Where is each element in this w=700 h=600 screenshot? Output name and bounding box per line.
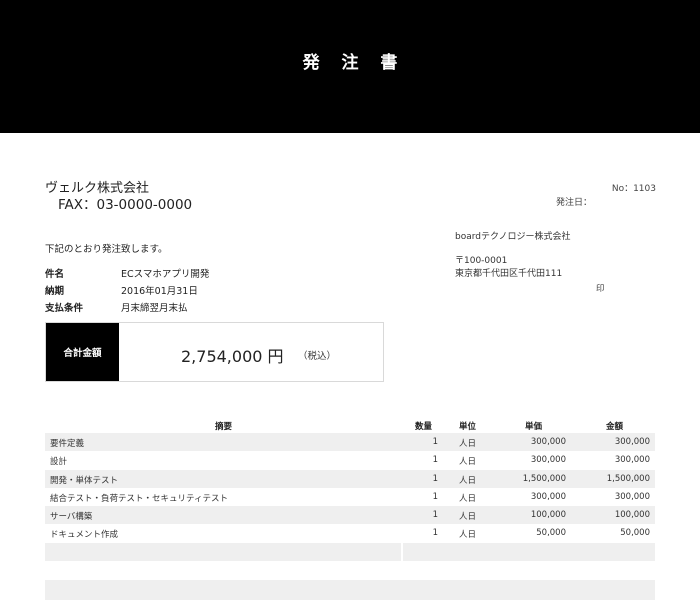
row-unit-price: 100,000 xyxy=(530,510,566,521)
issuer-address: 東京都千代田区千代田111 xyxy=(455,269,563,279)
row-amount: 300,000 xyxy=(614,437,650,447)
seal-mark: 印 xyxy=(596,284,605,294)
row-unit: 人日 xyxy=(459,530,477,541)
issuer-postal-code: 〒100-0001 xyxy=(455,256,508,266)
row-quantity: 1 xyxy=(432,528,438,539)
document-number: No：1103 xyxy=(611,184,656,194)
row-quantity: 1 xyxy=(432,437,438,447)
subject-label: 件名 xyxy=(45,269,65,280)
row-unit-price: 300,000 xyxy=(530,455,566,466)
table-row: 開発・単体テスト 1 人日 1,500,000 1,500,000 xyxy=(45,469,655,488)
row-unit-price: 300,000 xyxy=(530,491,566,502)
total-amount: 2,754,000 円 xyxy=(181,347,284,366)
table-row: ドキュメント作成 1 人日 50,000 50,000 xyxy=(45,524,655,542)
header-unit: 単位 xyxy=(459,422,477,432)
table-row: サーバ構築 1 人日 100,000 100,000 xyxy=(45,506,655,525)
payment-terms-value: 月末締翌月末払 xyxy=(121,303,188,314)
row-amount: 300,000 xyxy=(614,455,650,466)
total-amount-box: 合計金額 2,754,000 円 （税込） xyxy=(45,322,384,382)
row-unit: 人日 xyxy=(459,439,477,449)
table-row-empty xyxy=(45,542,655,562)
line-items-table: 摘要 数量 単位 単価 金額 要件定義 1 人日 300,000 300,000… xyxy=(45,417,655,562)
row-unit: 人日 xyxy=(459,493,477,504)
header-quantity: 数量 xyxy=(415,422,433,432)
row-description: サーバ構築 xyxy=(50,512,93,523)
recipient-fax: FAX：03-0000-0000 xyxy=(58,197,193,213)
table-row: 設計 1 人日 300,000 300,000 xyxy=(45,451,655,469)
table-header: 摘要 数量 単位 単価 金額 xyxy=(45,417,655,433)
row-unit: 人日 xyxy=(459,475,477,486)
deadline-value: 2016年01月31日 xyxy=(121,286,198,297)
document-header: 発 注 書 xyxy=(0,0,700,133)
document-title: 発 注 書 xyxy=(302,53,406,73)
table-row: 結合テスト・負荷テスト・セキュリティテスト 1 人日 300,000 300,0… xyxy=(45,488,655,506)
row-quantity: 1 xyxy=(432,491,438,502)
row-description: ドキュメント作成 xyxy=(50,530,119,541)
row-amount: 1,500,000 xyxy=(606,473,650,484)
column-divider xyxy=(401,542,403,562)
row-description: 開発・単体テスト xyxy=(50,475,119,486)
header-unit-price: 単価 xyxy=(525,422,543,432)
row-unit: 人日 xyxy=(459,512,477,523)
table-row-empty xyxy=(45,580,655,600)
row-unit-price: 1,500,000 xyxy=(522,473,566,484)
intro-text: 下記のとおり発注致します。 xyxy=(45,244,168,255)
issuer-company: boardテクノロジー株式会社 xyxy=(455,232,571,242)
row-unit-price: 300,000 xyxy=(530,437,566,447)
table-row: 要件定義 1 人日 300,000 300,000 xyxy=(45,433,655,452)
deadline-label: 納期 xyxy=(45,286,65,297)
row-quantity: 1 xyxy=(432,510,438,521)
row-unit: 人日 xyxy=(459,457,477,468)
subject-value: ECスマホアプリ開発 xyxy=(121,269,210,280)
row-quantity: 1 xyxy=(432,455,438,466)
payment-terms-label: 支払条件 xyxy=(45,303,84,314)
row-amount: 50,000 xyxy=(620,528,650,539)
row-description: 要件定義 xyxy=(50,439,85,449)
issue-date-label: 発注日： xyxy=(556,198,593,208)
row-unit-price: 50,000 xyxy=(536,528,566,539)
header-amount: 金額 xyxy=(606,422,624,432)
tax-included-note: （税込） xyxy=(298,351,337,362)
row-description: 設計 xyxy=(50,457,68,468)
total-label: 合計金額 xyxy=(46,323,119,381)
row-amount: 100,000 xyxy=(614,510,650,521)
header-description: 摘要 xyxy=(215,422,233,432)
row-quantity: 1 xyxy=(432,473,438,484)
row-amount: 300,000 xyxy=(614,491,650,502)
row-description: 結合テスト・負荷テスト・セキュリティテスト xyxy=(50,493,228,504)
